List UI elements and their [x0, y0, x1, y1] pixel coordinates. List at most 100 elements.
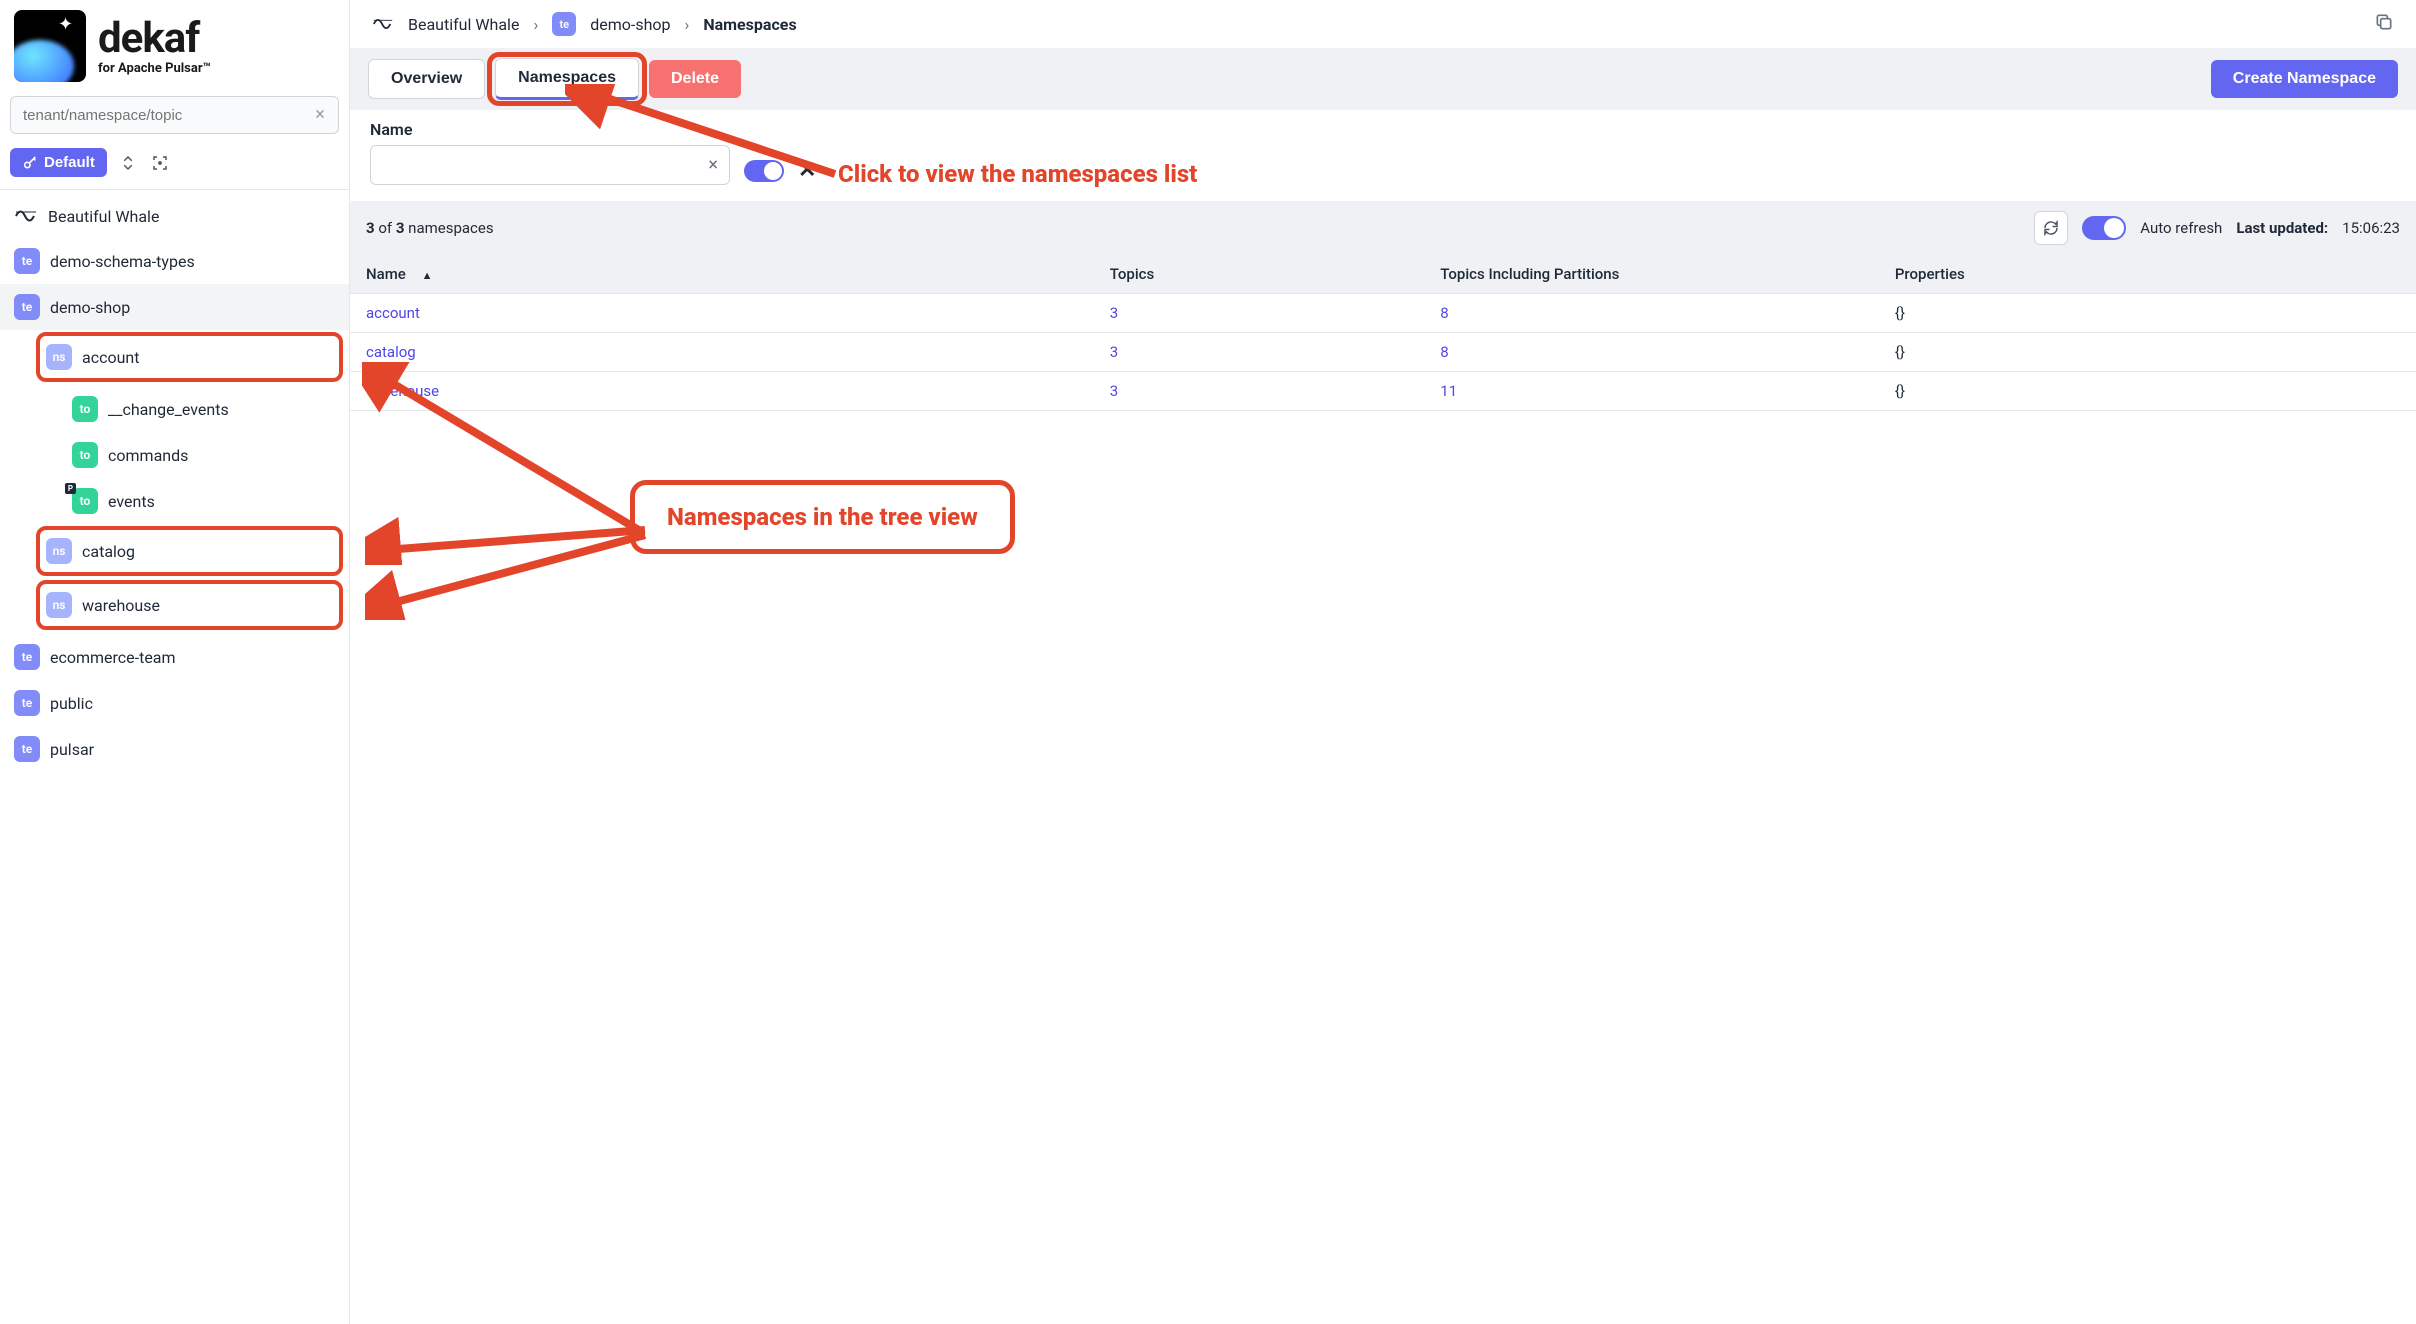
filter-name-input[interactable] — [370, 145, 730, 185]
tenant-badge-icon: te — [14, 644, 40, 670]
topic-badge-icon: to — [72, 396, 98, 422]
breadcrumb-tenant[interactable]: demo-shop — [590, 15, 670, 34]
topics-partitions-link[interactable]: 11 — [1440, 382, 1457, 400]
cluster-item[interactable]: Beautiful Whale — [0, 194, 349, 238]
column-header-properties[interactable]: Properties — [1879, 255, 2416, 294]
topic-item-commands[interactable]: to commands — [0, 432, 349, 478]
highlight-box: Namespaces — [495, 58, 639, 100]
column-header-name[interactable]: Name ▲ — [350, 255, 1094, 294]
tenant-label: demo-shop — [50, 298, 130, 317]
topics-partitions-link[interactable]: 8 — [1440, 304, 1448, 322]
sort-asc-icon: ▲ — [422, 269, 433, 282]
topic-item-events[interactable]: P to events — [0, 478, 349, 524]
table-row[interactable]: warehouse 3 11 {} — [350, 372, 2416, 411]
namespace-badge-icon: ns — [46, 538, 72, 564]
cluster-label: Beautiful Whale — [48, 207, 159, 226]
create-namespace-button[interactable]: Create Namespace — [2211, 60, 2398, 98]
default-button[interactable]: Default — [10, 148, 107, 177]
topic-label: commands — [108, 446, 188, 465]
tenant-item-demo-schema-types[interactable]: te demo-schema-types — [0, 238, 349, 284]
annotation-callout-box: Namespaces in the tree view — [630, 480, 1015, 554]
tenant-badge-icon: te — [552, 12, 576, 36]
namespace-badge-icon: ns — [46, 592, 72, 618]
sidebar: dekaf for Apache Pulsar™ × Default — [0, 0, 350, 1324]
auto-refresh-label: Auto refresh — [2140, 219, 2222, 237]
namespace-label: account — [82, 348, 139, 367]
refresh-icon — [2042, 219, 2060, 237]
brand-tagline: for Apache Pulsar™ — [98, 62, 211, 75]
tenant-label: pulsar — [50, 740, 94, 759]
tenant-label: public — [50, 694, 93, 713]
namespace-highlight-box: ns warehouse — [36, 580, 343, 630]
table-row[interactable]: catalog 3 8 {} — [350, 333, 2416, 372]
main-content: Beautiful Whale › te demo-shop › Namespa… — [350, 0, 2416, 1324]
namespace-label: catalog — [82, 542, 135, 561]
tab-overview[interactable]: Overview — [368, 59, 485, 99]
tenant-label: demo-schema-types — [50, 252, 195, 271]
tenant-item-pulsar[interactable]: te pulsar — [0, 726, 349, 772]
topic-label: events — [108, 492, 155, 511]
namespace-link[interactable]: account — [366, 304, 420, 322]
sidebar-search-input[interactable] — [10, 96, 339, 134]
column-header-topics-partitions[interactable]: Topics Including Partitions — [1424, 255, 1879, 294]
default-button-label: Default — [44, 154, 95, 171]
chevron-right-icon: › — [685, 15, 690, 34]
column-header-topics[interactable]: Topics — [1094, 255, 1425, 294]
tenant-badge-icon: te — [14, 294, 40, 320]
copy-icon[interactable] — [2374, 12, 2394, 36]
brand-logo-icon — [14, 10, 86, 82]
tenant-label: ecommerce-team — [50, 648, 176, 667]
wave-icon — [372, 13, 394, 35]
last-updated-value: 15:06:23 — [2342, 219, 2400, 237]
collapse-expand-icon[interactable] — [117, 152, 139, 174]
partitioned-badge-icon: P — [65, 483, 76, 494]
breadcrumb-current: Namespaces — [703, 15, 796, 34]
namespace-item-account[interactable]: ns account — [40, 336, 339, 378]
close-icon[interactable]: ✕ — [798, 158, 816, 183]
namespace-label: warehouse — [82, 596, 160, 615]
namespace-link[interactable]: catalog — [366, 343, 416, 361]
key-icon — [22, 155, 38, 171]
tab-namespaces[interactable]: Namespaces — [495, 58, 639, 100]
filter-toggle[interactable] — [744, 160, 784, 182]
properties-value: {} — [1895, 382, 1905, 400]
logo-area: dekaf for Apache Pulsar™ — [0, 0, 349, 90]
namespace-highlight-box: ns account — [36, 332, 343, 382]
auto-refresh-toggle[interactable] — [2082, 216, 2126, 240]
namespace-item-catalog[interactable]: ns catalog — [40, 530, 339, 572]
delete-button[interactable]: Delete — [649, 60, 741, 98]
last-updated-label: Last updated: — [2236, 219, 2328, 237]
chevron-right-icon: › — [533, 15, 538, 34]
topic-label: __change_events — [108, 400, 229, 419]
filter-label: Name — [370, 120, 730, 139]
topics-link[interactable]: 3 — [1110, 304, 1118, 322]
tenant-item-ecommerce-team[interactable]: te ecommerce-team — [0, 634, 349, 680]
filter-row: Name × ✕ — [350, 110, 2416, 201]
wave-icon — [14, 204, 38, 228]
namespace-item-warehouse[interactable]: ns warehouse — [40, 584, 339, 626]
clear-icon[interactable]: × — [311, 106, 329, 124]
topics-link[interactable]: 3 — [1110, 382, 1118, 400]
refresh-button[interactable] — [2034, 211, 2068, 245]
list-count: 3 of 3 namespaces — [366, 219, 494, 237]
namespace-highlight-box: ns catalog — [36, 526, 343, 576]
namespace-link[interactable]: warehouse — [366, 382, 439, 400]
tenant-badge-icon: te — [14, 736, 40, 762]
namespace-badge-icon: ns — [46, 344, 72, 370]
tenant-badge-icon: te — [14, 690, 40, 716]
topics-partitions-link[interactable]: 8 — [1440, 343, 1448, 361]
focus-icon[interactable] — [149, 152, 171, 174]
tenant-item-public[interactable]: te public — [0, 680, 349, 726]
breadcrumb: Beautiful Whale › te demo-shop › Namespa… — [350, 0, 2416, 48]
clear-icon[interactable]: × — [708, 155, 718, 176]
topic-badge-icon: to — [72, 442, 98, 468]
tabs-bar: Overview Namespaces Delete Create Namesp… — [350, 48, 2416, 110]
list-header: 3 of 3 namespaces Auto refresh Last upda… — [350, 201, 2416, 255]
topics-link[interactable]: 3 — [1110, 343, 1118, 361]
brand-name: dekaf — [98, 18, 211, 60]
table-row[interactable]: account 3 8 {} — [350, 294, 2416, 333]
breadcrumb-cluster[interactable]: Beautiful Whale — [408, 15, 519, 34]
topic-item-change-events[interactable]: to __change_events — [0, 386, 349, 432]
tenant-badge-icon: te — [14, 248, 40, 274]
tenant-item-demo-shop[interactable]: te demo-shop — [0, 284, 349, 330]
